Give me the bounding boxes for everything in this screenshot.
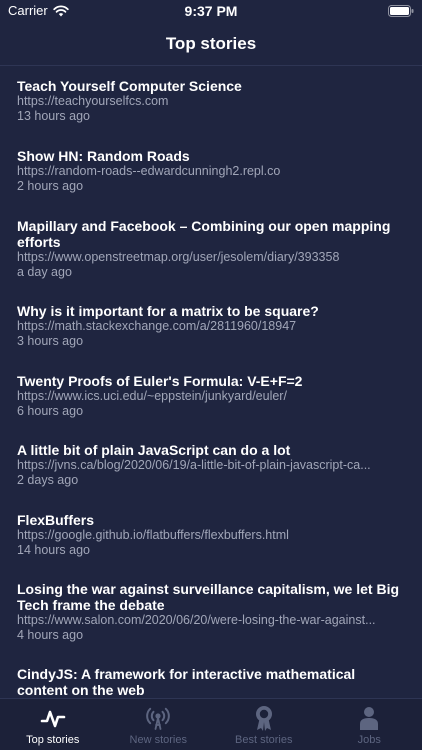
person-icon [360,707,379,730]
status-time: 9:37 PM [184,3,238,19]
tab-bar: Top stories New stories Best stories Job… [0,698,422,750]
story-time: 2 hours ago [17,179,84,193]
story-url: https://www.salon.com/2020/06/20/were-lo… [17,613,376,627]
award-icon [255,706,272,731]
story-time: a day ago [17,265,72,279]
broadcast-icon [146,707,171,730]
navigation-bar: Top stories [0,22,422,66]
story-time: 3 hours ago [17,334,84,348]
story-time: 6 hours ago [17,404,84,418]
story-time: 14 hours ago [17,543,90,557]
story-title: Twenty Proofs of Euler's Formula: V-E+F=… [17,373,303,389]
story-title: CindyJS: A framework for interactive mat… [17,666,356,698]
status-bar: Carrier 9:37 PM [0,0,422,22]
story-url: https://random-roads--edwardcunningh2.re… [17,164,281,178]
story-item[interactable]: Mapillary and Facebook – Combining our o… [0,206,422,291]
story-list[interactable]: Teach Yourself Computer Science https://… [0,66,422,698]
story-url: https://www.openstreetmap.org/user/jesol… [17,250,340,264]
story-time: 4 hours ago [17,628,84,642]
story-item[interactable]: Twenty Proofs of Euler's Formula: V-E+F=… [0,361,422,430]
story-item[interactable]: CindyJS: A framework for interactive mat… [0,654,422,698]
story-url: https://jvns.ca/blog/2020/06/19/a-little… [17,458,371,472]
story-item[interactable]: A little bit of plain JavaScript can do … [0,430,422,500]
story-title: Mapillary and Facebook – Combining our o… [17,218,391,250]
story-url: https://teachyourselfcs.com [17,94,169,108]
tab-jobs[interactable]: Jobs [317,699,422,750]
tab-label: Best stories [235,734,293,746]
tab-best-stories[interactable]: Best stories [211,699,317,750]
story-title: A little bit of plain JavaScript can do … [17,442,291,458]
story-title: Losing the war against surveillance capi… [17,581,400,613]
story-url: https://math.stackexchange.com/a/2811960… [17,319,297,333]
story-item[interactable]: Why is it important for a matrix to be s… [0,291,422,361]
story-time: 2 days ago [17,473,79,487]
page-title: Top stories [165,34,257,53]
tab-label: New stories [129,734,187,746]
tab-label: Jobs [357,734,381,746]
story-title: FlexBuffers [17,512,95,528]
tab-top-stories[interactable]: Top stories [0,699,106,750]
screen: Carrier 9:37 PM Top stories Teach Yourse… [0,0,422,750]
tab-new-stories[interactable]: New stories [106,699,212,750]
story-title: Why is it important for a matrix to be s… [17,303,319,319]
story-time: 13 hours ago [17,109,90,123]
battery-icon [388,5,414,17]
story-url: https://google.github.io/flatbuffers/fle… [17,528,289,542]
story-item[interactable]: Losing the war against surveillance capi… [0,569,422,654]
pulse-icon [40,710,66,728]
story-item[interactable]: Show HN: Random Roads https://random-roa… [0,136,422,206]
tab-label: Top stories [26,734,80,746]
story-item[interactable]: Teach Yourself Computer Science https://… [0,66,422,136]
story-title: Teach Yourself Computer Science [17,78,242,94]
story-url: https://www.ics.uci.edu/~eppstein/junkya… [17,389,287,403]
story-title: Show HN: Random Roads [17,148,190,164]
story-item[interactable]: FlexBuffers https://google.github.io/fla… [0,500,422,569]
